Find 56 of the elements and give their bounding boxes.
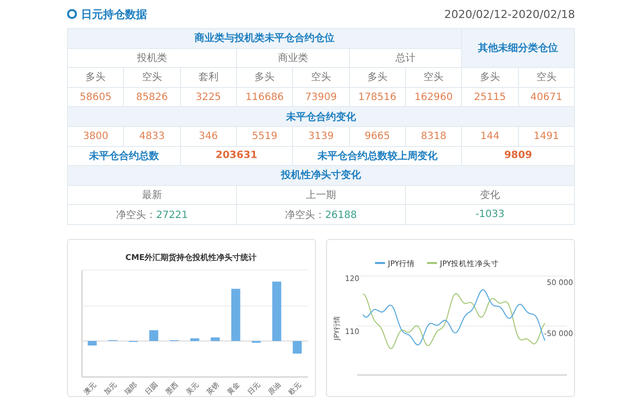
table-cell: 178516 <box>349 87 406 107</box>
column-header: 上一期 <box>236 185 406 205</box>
weekly-change-value: 9809 <box>462 146 574 166</box>
table-cell: 5519 <box>236 126 293 146</box>
table-cell: 162960 <box>405 87 462 107</box>
bar <box>190 338 200 341</box>
column-header: 变化 <box>405 185 574 205</box>
column-header: 多头 <box>349 68 406 88</box>
table-cell: 40671 <box>518 87 574 107</box>
column-header: 空头 <box>405 68 462 88</box>
column-header: 多头 <box>68 68 124 88</box>
bar <box>210 337 220 341</box>
table-header: 商业类与投机类未平仓合约仓位 <box>68 28 462 48</box>
table-cell: 73909 <box>292 87 350 107</box>
weekly-change-label: 未平仓合约总数较上周变化 <box>292 146 462 166</box>
table-cell: 9665 <box>349 126 406 146</box>
column-header: 空头 <box>518 68 574 88</box>
table-cell: 3225 <box>180 87 236 107</box>
bar <box>292 340 302 354</box>
table-cell: 8318 <box>405 126 462 146</box>
total-value: 203631 <box>180 146 293 166</box>
bar <box>231 288 240 341</box>
column-header: 空头 <box>124 68 180 88</box>
date-range: 2020/02/12-2020/02/18 <box>444 8 575 20</box>
section-title: 日元持仓数据 <box>81 6 147 22</box>
table-cell: 3139 <box>292 126 350 146</box>
column-header: 多头 <box>236 68 293 88</box>
table-cell: 净空头：27221 <box>68 204 236 224</box>
group-header: 商业类 <box>236 48 350 68</box>
table-cell: 3800 <box>68 126 124 146</box>
table-cell: 346 <box>180 126 236 146</box>
column-header: 空头 <box>292 68 350 88</box>
table-cell: 25115 <box>462 87 518 107</box>
column-header: 最新 <box>68 185 236 205</box>
table-cell: 净空头：26188 <box>236 204 406 224</box>
ring-icon <box>67 9 77 19</box>
table-cell: 85826 <box>124 87 180 107</box>
table-cell: -1033 <box>405 204 574 224</box>
chart-title: CME外汇期货持仓投机性净头寸统计 <box>125 252 257 262</box>
total-label: 未平仓合约总数 <box>68 146 180 166</box>
table-header: 投机性净头寸变化 <box>68 166 574 186</box>
table-cell: 4833 <box>124 126 180 146</box>
table-header: 其他未细分类仓位 <box>462 28 574 68</box>
bar <box>252 340 261 343</box>
table-cell: 116686 <box>236 87 293 107</box>
bar <box>88 340 97 346</box>
table-cell: 144 <box>462 126 518 146</box>
table-cell: 1491 <box>518 126 574 146</box>
bar <box>272 282 282 341</box>
column-header: 多头 <box>462 68 518 88</box>
column-header: 套利 <box>180 68 236 88</box>
table-header: 未平仓合约变化 <box>68 106 574 126</box>
group-header: 投机类 <box>68 48 236 68</box>
table-cell: 58605 <box>68 87 124 107</box>
group-header: 总计 <box>349 48 462 68</box>
bar <box>149 330 158 341</box>
